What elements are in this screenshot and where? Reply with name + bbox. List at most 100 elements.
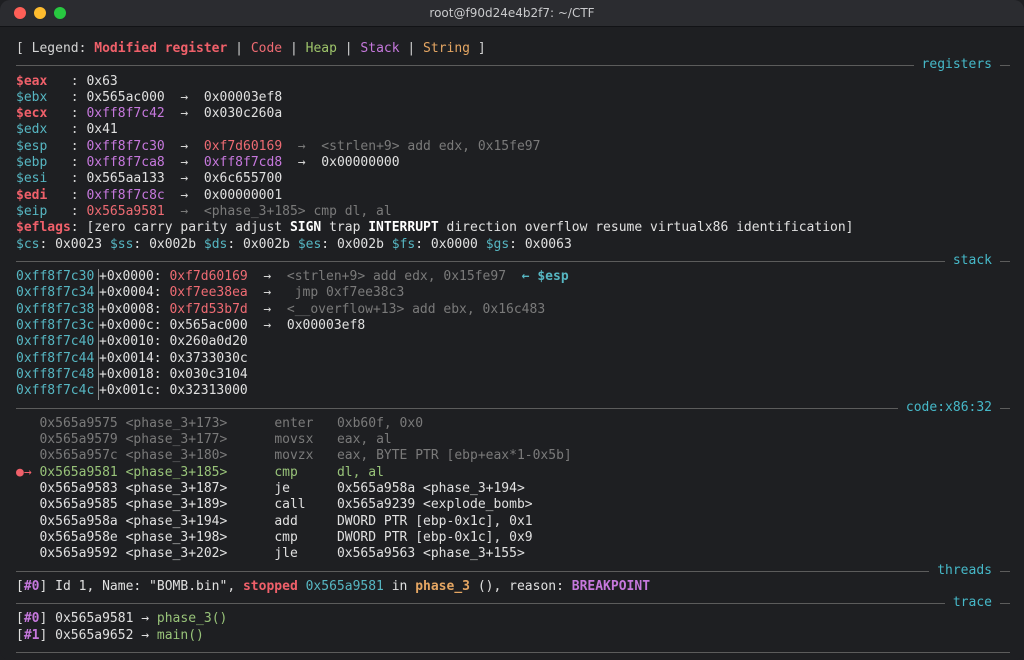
stack-offset: +0x000c: bbox=[99, 318, 170, 334]
deref-arrow: → bbox=[164, 106, 204, 122]
esp-marker: ← $esp bbox=[506, 269, 569, 285]
instruction-marker bbox=[16, 432, 39, 447]
segment-name: $ds bbox=[203, 236, 228, 252]
column-gap bbox=[313, 432, 336, 447]
frame-function: main() bbox=[156, 627, 204, 643]
register-name: $edx bbox=[16, 122, 71, 138]
column-gap bbox=[227, 546, 274, 561]
minimize-button[interactable] bbox=[34, 7, 46, 19]
zoom-button[interactable] bbox=[54, 7, 66, 19]
stack-offset: +0x0000: bbox=[99, 269, 170, 285]
instruction-mnemonic: add bbox=[274, 513, 298, 529]
stack-row: 0xff8f7c4c +0x001c: 0x32313000 bbox=[16, 383, 1010, 400]
register-name: $ebx bbox=[16, 89, 71, 105]
column-gap bbox=[227, 481, 274, 496]
column-gap bbox=[118, 546, 126, 561]
deref-arrow: → bbox=[164, 155, 204, 171]
instruction-operands: eax, BYTE PTR [ebp+eax*1-0x5b] bbox=[336, 448, 572, 464]
stack-row: 0xff8f7c48 +0x0018: 0x030c3104 bbox=[16, 366, 1010, 384]
instruction-operands: eax, al bbox=[336, 432, 392, 448]
segment-value: : 0x0000 bbox=[415, 236, 486, 252]
register-name: $edi bbox=[16, 187, 71, 203]
deref-value: 0xf7d60169 bbox=[203, 138, 283, 154]
instruction-address: 0x565a9592 bbox=[39, 546, 118, 562]
stack-address: 0xff8f7c3c bbox=[16, 318, 99, 335]
terminal-window: root@f90d24e4b2f7: ~/CTF [ Legend: Modif… bbox=[0, 0, 1024, 660]
trace-separator: trace bbox=[16, 595, 1010, 612]
column-gap bbox=[118, 432, 126, 447]
eflags-flags: direction overflow resume virtualx86 ide… bbox=[438, 220, 854, 236]
stack-offset: +0x001c: bbox=[99, 383, 170, 399]
column-gap bbox=[313, 416, 336, 431]
segment-name: $fs bbox=[391, 236, 416, 252]
register-name: $ecx bbox=[16, 106, 71, 122]
instruction-row: 0x565a9579 <phase_3+177> movsx eax, al bbox=[16, 432, 1010, 448]
column-gap bbox=[227, 465, 274, 480]
instruction-symbol: <phase_3+189> bbox=[125, 497, 228, 513]
instruction-marker bbox=[16, 530, 39, 545]
deref-arrow: → bbox=[282, 155, 322, 171]
register-eip: $eip : 0x565a9581 → <phase_3+185> cmp dl… bbox=[16, 204, 1010, 220]
deref-symbol: <__overflow+13> add ebx, 0x16c483 bbox=[286, 301, 546, 317]
instruction-operands: 0x565a9563 <phase_3+155> bbox=[336, 546, 525, 562]
instruction-symbol: <phase_3+202> bbox=[125, 546, 228, 562]
stack-value: 0x565ac000 bbox=[169, 318, 248, 334]
instruction-address: 0x565a957c bbox=[39, 448, 118, 464]
thread-id: #0 bbox=[23, 578, 40, 594]
instruction-operands: DWORD PTR [ebp-0x1c], 0x9 bbox=[336, 529, 533, 545]
frame-bracket: ] bbox=[39, 627, 56, 643]
instruction-address: 0x565a9583 bbox=[39, 481, 118, 497]
register-name: $eip bbox=[16, 203, 71, 219]
threads-section-label: threads bbox=[929, 562, 1000, 579]
column-gap bbox=[227, 416, 274, 431]
close-button[interactable] bbox=[14, 7, 26, 19]
terminal-output[interactable]: [ Legend: Modified register | Code | Hea… bbox=[0, 27, 1010, 660]
register-ebp: $ebp : 0xff8f7ca8 → 0xff8f7cd8 → 0x00000… bbox=[16, 155, 1010, 171]
instruction-row: 0x565a958a <phase_3+194> add DWORD PTR [… bbox=[16, 514, 1010, 530]
column-gap bbox=[227, 514, 274, 529]
segment-value: : 0x0023 bbox=[39, 236, 110, 252]
register-name: $eax bbox=[16, 73, 71, 89]
register-name: $ebp bbox=[16, 155, 71, 171]
deref-arrow: → bbox=[247, 318, 287, 334]
thread-address: 0x565a9581 bbox=[305, 578, 384, 594]
deref-arrow: → bbox=[164, 171, 204, 187]
eflags-interrupt: INTERRUPT bbox=[368, 220, 439, 236]
instruction-address: 0x565a9585 bbox=[39, 497, 118, 513]
eflags-flags: trap bbox=[321, 220, 369, 236]
register-eax: $eax : 0x63 bbox=[16, 74, 1010, 90]
segment-value: : 0x002b bbox=[133, 236, 204, 252]
stack-address: 0xff8f7c44 bbox=[16, 350, 99, 367]
deref-symbol: <phase_3+185> cmp dl, al bbox=[203, 203, 392, 219]
register-value: 0x565ac000 bbox=[86, 89, 165, 105]
deref-arrow: → bbox=[247, 269, 287, 285]
instruction-marker bbox=[16, 481, 39, 496]
instruction-mnemonic: cmp bbox=[274, 464, 298, 480]
threads-separator: threads bbox=[16, 562, 1010, 579]
register-edi: $edi : 0xff8f7c8c → 0x00000001 bbox=[16, 188, 1010, 204]
column-gap bbox=[313, 448, 336, 463]
instruction-row: 0x565a958e <phase_3+198> cmp DWORD PTR [… bbox=[16, 530, 1010, 546]
instruction-row: 0x565a9585 <phase_3+189> call 0x565a9239… bbox=[16, 497, 1010, 513]
deref-arrow: → bbox=[282, 138, 322, 154]
register-colon: : bbox=[70, 203, 87, 219]
instruction-address: 0x565a9579 bbox=[39, 432, 118, 448]
title-bar: root@f90d24e4b2f7: ~/CTF bbox=[0, 0, 1024, 27]
registers-separator: registers bbox=[16, 57, 1010, 74]
stack-value: 0x32313000 bbox=[169, 383, 248, 399]
thread-info: Id 1, Name: "BOMB.bin", bbox=[55, 578, 243, 594]
stack-address: 0xff8f7c30 bbox=[16, 269, 99, 286]
register-eflags: $eflags: [zero carry parity adjust SIGN … bbox=[16, 220, 1010, 236]
thread-in: in bbox=[383, 578, 416, 594]
frame-bracket: ] bbox=[39, 611, 56, 627]
column-gap bbox=[298, 465, 337, 480]
instruction-marker bbox=[16, 497, 39, 512]
stack-address: 0xff8f7c48 bbox=[16, 366, 99, 384]
legend-line: [ Legend: Modified register | Code | Hea… bbox=[16, 41, 1010, 57]
deref-arrow: → bbox=[164, 203, 204, 219]
instruction-symbol: <phase_3+173> bbox=[125, 415, 228, 431]
register-value: 0xff8f7c42 bbox=[86, 106, 165, 122]
stack-row: 0xff8f7c30 +0x0000: 0xf7d60169 → <strlen+… bbox=[16, 269, 1010, 286]
deref-value: 0x00003ef8 bbox=[203, 89, 283, 105]
register-colon: : bbox=[70, 171, 87, 187]
